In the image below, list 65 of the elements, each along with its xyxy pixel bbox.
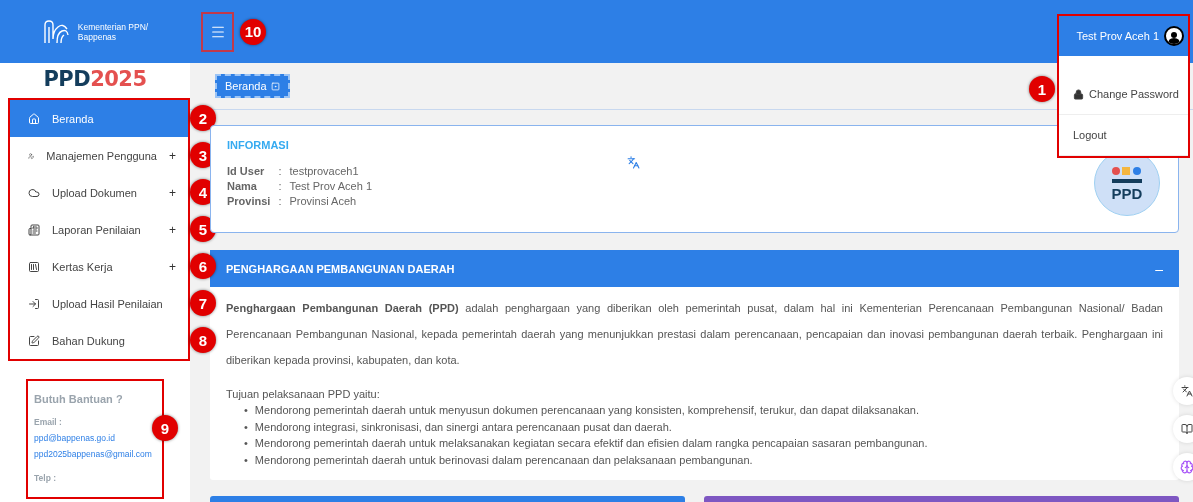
sidebar-item-label: Laporan Penilaian (52, 223, 141, 236)
cloud-icon (28, 186, 40, 199)
card-title: INFORMASI (227, 139, 290, 151)
bullet-mark: • (244, 419, 248, 435)
email-link[interactable]: ppd@bappenas.go.id (34, 433, 115, 443)
square-icon (270, 81, 280, 91)
list-item: Mendorong pemerintah daerah untuk melaksanakan kegiatan secara efektif dan efisien dalam rangka pencapaian sasaran pembangunan. (254, 436, 928, 451)
home-icon (28, 112, 40, 125)
sidebar-item-label: Kertas Kerja (52, 260, 113, 273)
field-label: Nama (227, 180, 258, 192)
annotation-marker: 9 (152, 415, 178, 441)
menu-item[interactable]: Change Password (1059, 74, 1188, 115)
user-name[interactable]: Test Prov Aceh 1 (1076, 30, 1159, 42)
section-title: PENGHARGAAN PEMBANGUNAN DAERAH (226, 262, 455, 275)
email-link[interactable]: ppd2025bappenas@gmail.com (34, 449, 152, 459)
email-label: Email : (34, 417, 63, 427)
book-icon[interactable] (1181, 423, 1193, 435)
field-label: Provinsi (227, 195, 271, 207)
brain-icon[interactable] (1180, 460, 1193, 474)
bullet-mark: • (244, 436, 248, 451)
edit-icon (28, 334, 40, 347)
help-title: Butuh Bantuan ? (34, 393, 124, 405)
list-item: Mendorong integrasi, sinkronisasi, dan sinergi antara perencanaan pusat dan daerah. (254, 419, 672, 435)
expand-icon[interactable]: + (169, 222, 176, 237)
sidebar-item-label: Bahan Dukung (52, 334, 125, 347)
sidebar-item-label: Upload Dokumen (52, 186, 137, 199)
field-value: Test Prov Aceh 1 (289, 180, 373, 192)
field-label: Id User (227, 165, 266, 177)
bullet-mark: • (244, 452, 248, 468)
brand-name: Kementerian PPN/ Bappenas (77, 21, 149, 42)
list-item: Mendorong pemerintah daerah untuk menyusun dokumen perencanaan yang konsisten, komprehensif, terukur, dan dapat dilaksanakan. (254, 403, 919, 418)
expand-icon[interactable]: + (169, 185, 176, 200)
expand-icon[interactable]: + (169, 148, 176, 163)
colon: : (278, 180, 282, 192)
annotation-marker: 1 (1029, 76, 1055, 102)
annotation-marker: 7 (190, 290, 216, 316)
colon: : (278, 195, 282, 207)
sidebar-item-label: Beranda (52, 112, 94, 125)
sidebar-item[interactable]: Beranda (10, 100, 188, 137)
description-paragraph: Penghargaan Pembangunan Daerah (PPD) adalah penghargaan yang diberikan oleh pemerintah pusat, dalam hal ini Kementerian Perencanaan Pembangunan Nasional/ Badan Perencanaan Pembangunan Nasional, kepada pemerintah daerah yang menunjukkan prestasi dalam perencanaan, pencapaian dan inovasi pembangunan daerah terbaik. Penghargaan ini diberikan kepada provinsi, kabupaten, dan kota. (226, 301, 1163, 368)
menu-item[interactable]: Logout (1059, 115, 1188, 156)
menu-button[interactable] (201, 11, 234, 52)
annotation-marker: 6 (190, 253, 216, 279)
field-value: Provinsi Aceh (289, 195, 358, 207)
avatar-icon[interactable] (1164, 26, 1184, 46)
collapse-button[interactable]: – (1155, 260, 1163, 277)
phone-label: Telp : (34, 473, 58, 483)
list-item: Mendorong pemerintah daerah untuk berinovasi dalam perencanaan dan pelaksanaan pembangunan. (254, 452, 753, 468)
sidebar-item-label: Upload Hasil Penilaian (52, 297, 163, 310)
lock-icon (1073, 88, 1084, 100)
logo-icon (41, 18, 70, 45)
expand-icon[interactable]: + (169, 259, 176, 274)
translate-icon[interactable] (1181, 385, 1193, 397)
list-intro: Tujuan pelaksanaan PPD yaitu: (226, 387, 381, 402)
ppd-logo: PPD2025 (43, 66, 147, 93)
annotation-marker: 2 (190, 105, 216, 131)
colon: : (278, 165, 282, 177)
report-icon (28, 223, 40, 236)
import-icon (28, 297, 40, 310)
annotation-marker: 10 (240, 18, 266, 45)
sidebar-item-label: Manajemen Pengguna (46, 149, 157, 162)
breadcrumb-link[interactable]: Beranda (215, 74, 290, 98)
annotation-marker: 8 (190, 327, 216, 353)
field-value: testprovaceh1 (289, 165, 360, 177)
bullet-mark: • (244, 403, 248, 418)
